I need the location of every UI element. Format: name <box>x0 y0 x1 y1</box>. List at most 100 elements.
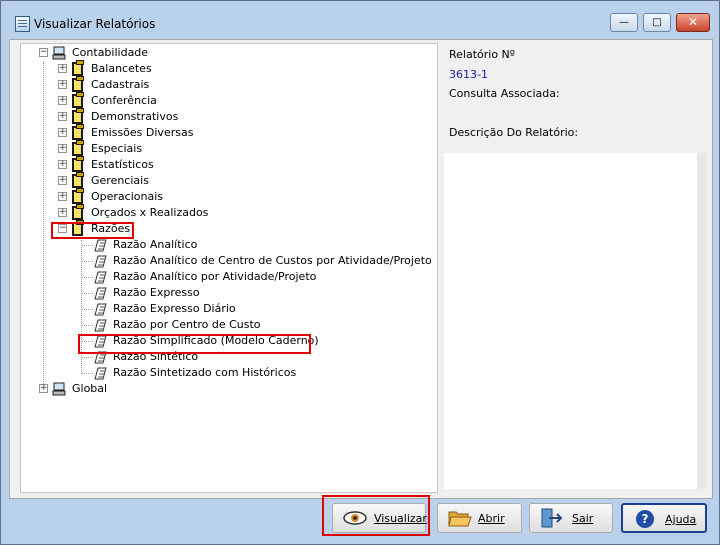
highlight-box <box>78 334 311 354</box>
main-panel: − Contabilidade + Balancetes + Cadastrais + C… <box>9 39 713 499</box>
folder-icon <box>72 76 84 92</box>
tree-node-report[interactable]: Razão Analítico por Atividade/Projeto <box>94 269 434 285</box>
folder-icon <box>72 60 84 76</box>
tree-node-report[interactable]: Razão Analítico de Centro de Custos por … <box>94 253 434 269</box>
folder-icon <box>72 92 84 108</box>
description-label: Descrição Do Relatório: <box>449 126 579 139</box>
tree-line <box>43 62 44 392</box>
expand-icon[interactable]: + <box>58 128 67 137</box>
description-textbox[interactable] <box>444 153 697 489</box>
tree-label: Gerenciais <box>91 174 149 187</box>
tree-node-report[interactable]: Razão Analítico <box>94 237 434 253</box>
computer-icon <box>52 382 66 396</box>
tree-line <box>81 309 93 310</box>
tree-node-folder[interactable]: + Estatísticos <box>58 156 318 173</box>
tree-node-folder[interactable]: + Orçados x Realizados <box>58 204 318 221</box>
report-icon <box>94 302 108 316</box>
abrir-button[interactable]: Abrir <box>437 503 522 533</box>
expand-icon[interactable]: + <box>58 160 67 169</box>
tree-label: Cadastrais <box>91 78 150 91</box>
tree-node-contabilidade[interactable]: − Contabilidade <box>39 45 339 61</box>
tree-label: Razão Analítico <box>113 238 198 251</box>
tree-node-report[interactable]: Razão Expresso Diário <box>94 301 434 317</box>
expand-icon[interactable]: + <box>58 112 67 121</box>
tree-label: Global <box>72 382 108 395</box>
expand-icon[interactable]: + <box>39 384 48 393</box>
tree-line <box>81 277 93 278</box>
tree-label: Contabilidade <box>72 46 149 59</box>
expand-icon[interactable]: + <box>58 64 67 73</box>
description-scrollbar[interactable] <box>697 153 707 489</box>
tree-line <box>81 293 93 294</box>
tree-label: Balancetes <box>91 62 152 75</box>
highlight-box <box>322 495 430 536</box>
tree-node-folder[interactable]: + Gerenciais <box>58 172 318 189</box>
button-bar: Visualizar Abrir Sair ? Ajuda <box>9 495 711 539</box>
calculator-icon <box>15 16 30 32</box>
tree-label: Especiais <box>91 142 143 155</box>
tree-label: Conferência <box>91 94 157 107</box>
tree-label: Operacionais <box>91 190 164 203</box>
folder-icon <box>72 188 84 204</box>
expand-icon[interactable]: + <box>58 80 67 89</box>
close-button[interactable]: ✕ <box>676 13 710 32</box>
sair-button[interactable]: Sair <box>529 503 613 533</box>
tree-line <box>81 245 93 246</box>
maximize-button[interactable]: □ <box>643 13 671 32</box>
report-tree[interactable]: − Contabilidade + Balancetes + Cadastrais + C… <box>20 43 438 493</box>
associated-query-label: Consulta Associada: <box>449 87 560 100</box>
tree-label: Razão Sintetizado com Históricos <box>113 366 297 379</box>
folder-icon <box>72 204 84 220</box>
tree-node-report[interactable]: Razão Sintetizado com Históricos <box>94 365 434 381</box>
expand-icon[interactable]: + <box>58 144 67 153</box>
tree-node-report[interactable]: Razão Expresso <box>94 285 434 301</box>
help-icon: ? <box>633 509 657 529</box>
report-number-value: 3613-1 <box>449 68 488 81</box>
report-icon <box>94 286 108 300</box>
tree-label: Emissões Diversas <box>91 126 194 139</box>
expand-icon[interactable]: + <box>58 192 67 201</box>
button-label: Sair <box>572 512 594 525</box>
minimize-button[interactable]: — <box>610 13 638 32</box>
title-bar: Visualizar Relatórios — □ ✕ <box>1 1 719 33</box>
folder-icon <box>72 108 84 124</box>
expand-icon[interactable]: + <box>58 208 67 217</box>
svg-text:?: ? <box>642 512 649 526</box>
computer-icon <box>52 46 66 60</box>
open-folder-icon <box>448 508 472 528</box>
tree-node-folder[interactable]: + Cadastrais <box>58 76 318 93</box>
tree-line <box>81 357 93 358</box>
expand-icon[interactable]: + <box>58 176 67 185</box>
folder-icon <box>72 156 84 172</box>
tree-node-folder[interactable]: + Conferência <box>58 92 318 109</box>
tree-node-folder[interactable]: + Operacionais <box>58 188 318 205</box>
button-label: Ajuda <box>665 513 697 526</box>
tree-label: Razão Expresso <box>113 286 200 299</box>
window-title: Visualizar Relatórios <box>34 17 156 31</box>
tree-node-global[interactable]: + Global <box>39 381 239 397</box>
tree-line <box>81 373 93 374</box>
exit-door-icon <box>540 508 564 528</box>
folder-icon <box>72 172 84 188</box>
ajuda-button[interactable]: ? Ajuda <box>621 503 707 533</box>
tree-label: Demonstrativos <box>91 110 179 123</box>
tree-label: Estatísticos <box>91 158 154 171</box>
report-icon <box>94 254 108 268</box>
tree-node-folder[interactable]: + Balancetes <box>58 60 318 77</box>
tree-node-folder[interactable]: + Demonstrativos <box>58 108 318 125</box>
report-details-panel: Relatório Nº 3613-1 Consulta Associada: … <box>442 43 707 491</box>
expand-icon[interactable]: + <box>58 96 67 105</box>
tree-node-report[interactable]: Razão por Centro de Custo <box>94 317 434 333</box>
button-label: Abrir <box>478 512 505 525</box>
tree-node-folder[interactable]: + Emissões Diversas <box>58 124 318 141</box>
tree-line <box>81 325 93 326</box>
tree-line <box>81 261 93 262</box>
report-number-label: Relatório Nº <box>449 48 515 61</box>
folder-icon <box>72 140 84 156</box>
report-icon <box>94 318 108 332</box>
tree-label: Orçados x Realizados <box>91 206 209 219</box>
collapse-icon[interactable]: − <box>39 48 48 57</box>
tree-label: Razão por Centro de Custo <box>113 318 261 331</box>
tree-node-folder[interactable]: + Especiais <box>58 140 318 157</box>
report-viewer-window: Visualizar Relatórios — □ ✕ − Contabilid… <box>0 0 720 545</box>
